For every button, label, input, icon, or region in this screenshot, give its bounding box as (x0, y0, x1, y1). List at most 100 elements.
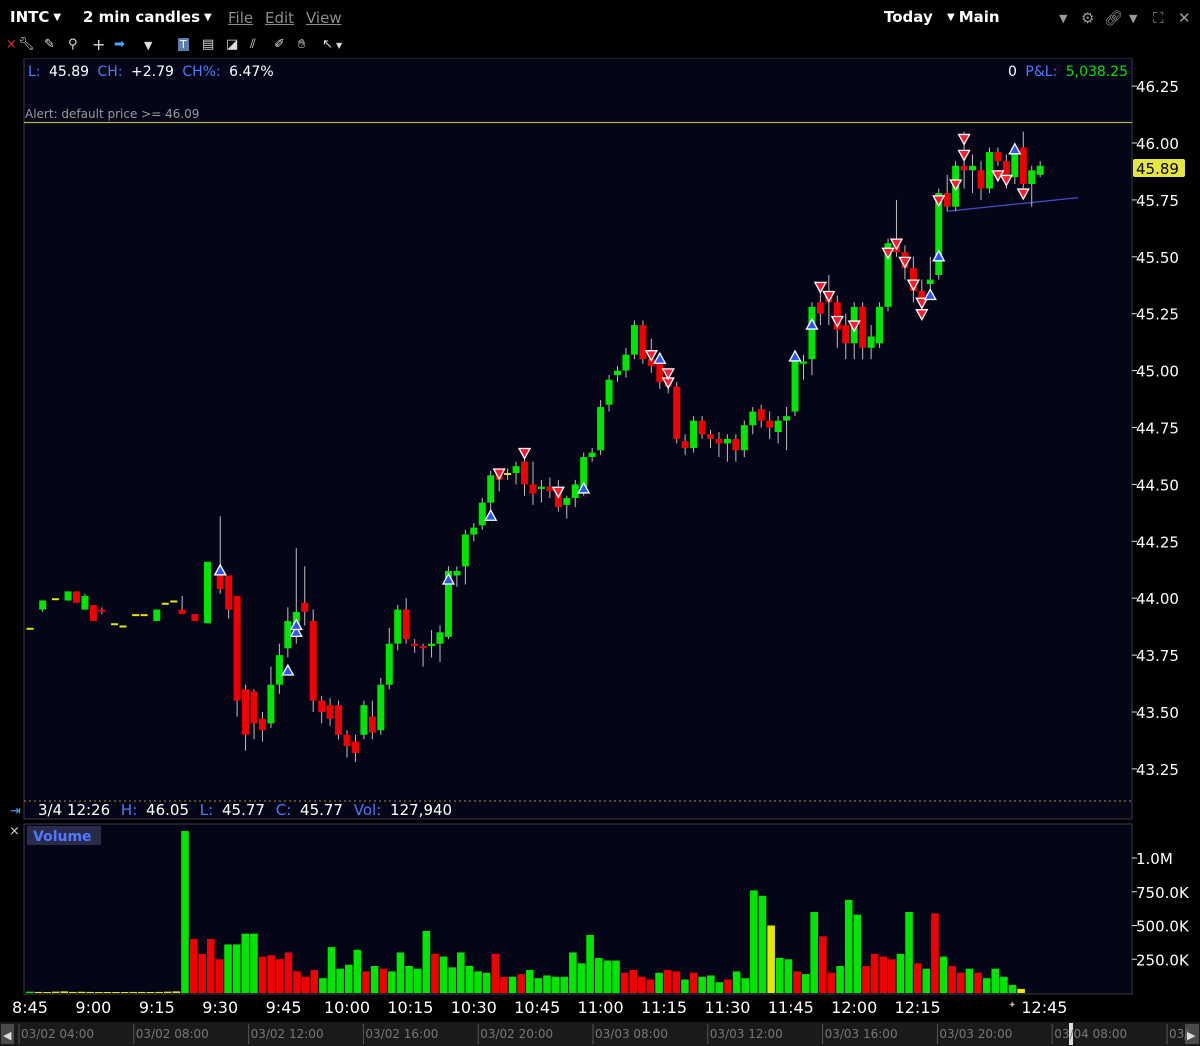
volume-bar[interactable] (508, 976, 517, 993)
volume-bar[interactable] (60, 991, 69, 993)
candle-body[interactable] (216, 575, 224, 590)
volume-bar[interactable] (448, 967, 456, 993)
magic-wand-icon[interactable]: ⚲ (68, 37, 78, 52)
volume-bar[interactable] (543, 975, 551, 993)
volume-bar[interactable] (301, 976, 310, 993)
dropdown-icon[interactable]: ▼ (144, 39, 152, 52)
volume-bar[interactable] (500, 976, 508, 993)
candle-body[interactable] (178, 609, 186, 615)
volume-bar[interactable] (732, 971, 741, 993)
candle-body[interactable] (588, 452, 596, 458)
volume-bar[interactable] (836, 966, 844, 993)
volume-bar[interactable] (965, 968, 974, 993)
volume-bar[interactable] (86, 991, 94, 993)
volume-bar[interactable] (284, 952, 293, 994)
volume-bar[interactable] (638, 976, 646, 993)
volume-bar[interactable] (258, 956, 267, 993)
volume-bar[interactable] (215, 959, 224, 993)
volume-bar[interactable] (103, 992, 112, 993)
candle-body[interactable] (673, 386, 681, 439)
candle-body[interactable] (428, 643, 436, 646)
channel-icon[interactable]: ◪ (226, 37, 238, 52)
volume-bar[interactable] (896, 953, 905, 993)
candle-body[interactable] (622, 354, 630, 371)
candle-body[interactable] (385, 643, 393, 685)
candle-body[interactable] (783, 416, 791, 421)
volume-bar[interactable] (758, 895, 767, 993)
pencil-icon[interactable]: ✎ (44, 37, 55, 52)
candle-body[interactable] (470, 527, 478, 535)
volume-bar[interactable] (569, 952, 577, 994)
volume-bar[interactable] (931, 913, 939, 993)
volume-bar[interactable] (801, 974, 810, 993)
candle-body[interactable] (571, 484, 579, 499)
volume-bar[interactable] (681, 979, 689, 994)
candle-body[interactable] (504, 473, 512, 476)
volume-bar[interactable] (405, 966, 413, 993)
close-icon[interactable]: × (9, 824, 20, 839)
menu-view[interactable]: View (306, 9, 342, 27)
candle-body[interactable] (360, 705, 368, 735)
text-tool-icon[interactable]: T (178, 38, 189, 51)
candle-body[interactable] (816, 302, 824, 314)
candle-body[interactable] (132, 614, 140, 617)
menu-file[interactable]: File (228, 9, 253, 27)
candle-body[interactable] (225, 575, 233, 610)
lines-icon[interactable]: ⫽ (250, 37, 256, 52)
volume-bar[interactable] (629, 970, 637, 993)
volume-bar[interactable] (793, 971, 801, 993)
candle-body[interactable] (521, 461, 529, 485)
volume-bar[interactable] (422, 930, 431, 993)
candle-body[interactable] (72, 591, 80, 603)
eraser-icon[interactable]: ✐ (274, 37, 285, 52)
candle-body[interactable] (605, 379, 613, 405)
volume-bar[interactable] (775, 957, 784, 993)
volume-bar[interactable] (319, 978, 327, 993)
candle-body[interactable] (656, 363, 664, 382)
candle-body[interactable] (81, 595, 89, 610)
volume-bar[interactable] (267, 955, 275, 993)
volume-bar[interactable] (982, 978, 991, 993)
volume-bar[interactable] (1017, 988, 1025, 993)
volume-bar[interactable] (810, 912, 819, 993)
volume-bar[interactable] (724, 979, 732, 994)
candle-body[interactable] (706, 434, 714, 439)
volume-bar[interactable] (939, 956, 948, 993)
candle-body[interactable] (563, 498, 571, 505)
candle-body[interactable] (161, 602, 169, 605)
candle-body[interactable] (859, 306, 867, 348)
candle-body[interactable] (267, 684, 275, 724)
volume-bar[interactable] (715, 982, 724, 993)
volume-bar[interactable] (293, 971, 301, 993)
candle-body[interactable] (204, 561, 212, 624)
volume-bar[interactable] (43, 992, 51, 993)
range-selector[interactable]: Today (884, 8, 933, 26)
volume-bar[interactable] (551, 976, 560, 993)
volume-bar[interactable] (207, 939, 215, 993)
candle-body[interactable] (39, 600, 47, 610)
volume-bar[interactable] (844, 899, 853, 993)
candle-body[interactable] (723, 438, 731, 444)
candle-body[interactable] (170, 600, 178, 603)
candle-body[interactable] (791, 361, 799, 412)
volume-bar[interactable] (956, 972, 965, 993)
volume-bar[interactable] (577, 963, 586, 993)
gear-icon[interactable]: ⚙ (1081, 9, 1094, 27)
volume-bar[interactable] (370, 966, 379, 993)
candle-body[interactable] (740, 425, 748, 451)
candle-body[interactable] (842, 325, 850, 344)
arrow-right-icon[interactable]: ➡ (114, 37, 125, 52)
candle-body[interactable] (411, 643, 419, 646)
candle-body[interactable] (242, 689, 250, 735)
candle-body[interactable] (487, 475, 495, 503)
pointer-icon[interactable]: ↖ (322, 37, 333, 52)
volume-bar[interactable] (698, 976, 706, 993)
candle-body[interactable] (639, 325, 647, 360)
candle-body[interactable] (275, 655, 283, 685)
candle-body[interactable] (191, 614, 199, 621)
volume-bar[interactable] (612, 960, 620, 993)
candle-body[interactable] (681, 441, 689, 448)
volume-bar[interactable] (594, 957, 603, 993)
volume-bar[interactable] (862, 966, 870, 993)
candle-body[interactable] (51, 598, 59, 601)
